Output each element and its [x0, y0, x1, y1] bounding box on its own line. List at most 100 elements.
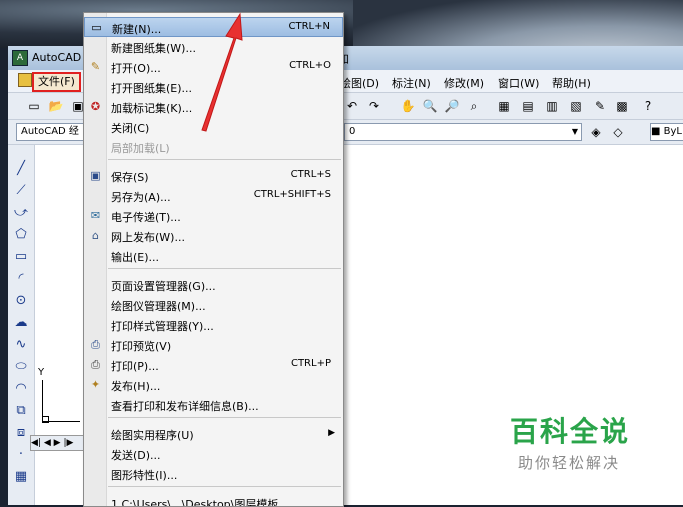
publish-icon: ✦ [90, 378, 101, 391]
menu-item-close[interactable]: 关闭(C) [84, 117, 343, 137]
menu-item-publish[interactable]: ✦ 发布(H)... [84, 375, 343, 395]
layer-state-icon[interactable]: ◈ [588, 124, 604, 140]
menu-item-drawing-utilities[interactable]: 绘图实用程序(U) ▶ [84, 424, 343, 444]
workspace-combo[interactable]: AutoCAD 经 [16, 123, 92, 141]
menu-item-export[interactable]: 输出(E)... [84, 246, 343, 266]
menu-item-send[interactable]: 发送(D)... [84, 444, 343, 464]
submenu-arrow-icon: ▶ [328, 428, 335, 438]
menu-item-shortcut: CTRL+N [288, 21, 330, 32]
revision-cloud-icon[interactable]: ☁ [13, 315, 29, 331]
point-icon[interactable]: · [13, 447, 29, 463]
zoom-realtime-icon[interactable]: 🔍 [422, 98, 438, 114]
menu-item-save[interactable]: ▣ 保存(S) CTRL+S [84, 166, 343, 186]
menu-item-publish-to-web[interactable]: ⌂ 网上发布(W)... [84, 226, 343, 246]
menu-dimension[interactable]: 标注(N) [392, 75, 431, 91]
menu-item-label: 输出(E)... [111, 251, 160, 264]
redo-icon[interactable]: ↷ [366, 98, 382, 114]
menu-item-view-plot-details[interactable]: 查看打印和发布详细信息(B)... [84, 395, 343, 415]
menu-item-plot[interactable]: ⎙ 打印(P)... CTRL+P [84, 355, 343, 375]
calculator-icon[interactable]: ▩ [614, 98, 630, 114]
first-tab-arrow-icon[interactable]: ◀| [31, 438, 41, 448]
new-icon[interactable]: ▭ [26, 98, 42, 114]
hatch-icon[interactable]: ▦ [13, 469, 29, 485]
menu-item-load-markup-set[interactable]: ✪ 加载标记集(K)... [84, 97, 343, 117]
menu-item-etransmit[interactable]: ✉ 电子传递(T)... [84, 206, 343, 226]
ellipse-arc-icon[interactable]: ◠ [13, 381, 29, 397]
menu-item-label: 电子传递(T)... [111, 211, 181, 224]
menu-item-plotter-manager[interactable]: 绘图仪管理器(M)... [84, 295, 343, 315]
open-icon[interactable]: 📂 [48, 98, 64, 114]
menu-item-label: 网上发布(W)... [111, 231, 185, 244]
menu-item-page-setup-manager[interactable]: 页面设置管理器(G)... [84, 275, 343, 295]
watermark-subtitle: 助你轻松解决 [518, 454, 621, 472]
pan-icon[interactable]: ✋ [400, 98, 416, 114]
make-block-icon[interactable]: ⧈ [13, 425, 29, 441]
menu-item-open[interactable]: ✎ 打开(O)... CTRL+O [84, 57, 343, 77]
tool-palettes-icon[interactable]: ▥ [544, 98, 560, 114]
publish-web-icon: ⌂ [92, 229, 99, 242]
insert-block-icon[interactable]: ⧉ [13, 403, 29, 419]
menu-item-label: 发布(H)... [111, 380, 161, 393]
menu-draw[interactable]: 绘图(D) [340, 75, 379, 91]
menu-item-label: 新建(N)... [112, 23, 162, 36]
menu-item-new[interactable]: ▭ 新建(N)... CTRL+N [84, 17, 343, 37]
zoom-window-icon[interactable]: 🔎 [444, 98, 460, 114]
menu-separator [108, 417, 341, 418]
construction-line-icon[interactable]: ⟋ [13, 183, 29, 199]
menu-window[interactable]: 窗口(W) [498, 75, 539, 91]
draw-toolbar: ╱ ⟋ ⤻ ⬠ ▭ ◜ ⊙ ☁ ∿ ⬭ ◠ ⧉ ⧈ · ▦ [8, 145, 35, 505]
menu-item-new-sheet-set[interactable]: 新建图纸集(W)... [84, 37, 343, 57]
menu-item-label: 绘图仪管理器(M)... [111, 300, 206, 313]
desktop-background-moon [353, 0, 683, 48]
next-tab-arrow-icon[interactable]: ▶ [54, 438, 61, 448]
menu-item-plot-style-manager[interactable]: 打印样式管理器(Y)... [84, 315, 343, 335]
menu-item-label: 打开图纸集(E)... [111, 82, 193, 95]
circle-icon[interactable]: ⊙ [13, 293, 29, 309]
menu-item-label: 打开(O)... [111, 62, 161, 75]
drawing-doc-icon [18, 73, 32, 87]
autocad-app-icon: A [12, 50, 28, 66]
menu-item-open-sheet-set[interactable]: 打开图纸集(E)... [84, 77, 343, 97]
polygon-icon[interactable]: ⬠ [13, 227, 29, 243]
watermark-title: 百科全说 [510, 415, 631, 448]
layer-previous-icon[interactable]: ◇ [610, 124, 626, 140]
menu-item-save-as[interactable]: 另存为(A)... CTRL+SHIFT+S [84, 186, 343, 206]
rectangle-icon[interactable]: ▭ [13, 249, 29, 265]
menu-item-drawing-properties[interactable]: 图形特性(I)... [84, 464, 343, 484]
menu-item-label: 发送(D)... [111, 449, 161, 462]
polyline-icon[interactable]: ⤻ [13, 205, 29, 221]
zoom-previous-icon[interactable]: ⌕ [466, 98, 482, 114]
menu-item-label: 加载标记集(K)... [111, 102, 193, 115]
arc-icon[interactable]: ◜ [13, 271, 29, 287]
menu-item-label: 图形特性(I)... [111, 469, 178, 482]
prev-tab-arrow-icon[interactable]: ◀ [44, 438, 51, 448]
markup-icon[interactable]: ✎ [592, 98, 608, 114]
save-icon: ▣ [90, 169, 101, 182]
menu-file[interactable]: 文件(F) [32, 72, 81, 92]
line-icon[interactable]: ╱ [13, 161, 29, 177]
spline-icon[interactable]: ∿ [13, 337, 29, 353]
linetype-combo[interactable]: ■ ByL [650, 123, 683, 141]
design-center-icon[interactable]: ▤ [520, 98, 536, 114]
etransmit-icon: ✉ [90, 209, 101, 222]
menu-modify[interactable]: 修改(M) [444, 75, 484, 91]
menu-separator [108, 159, 341, 160]
last-tab-arrow-icon[interactable]: |▶ [63, 438, 73, 448]
menu-item-label: 新建图纸集(W)... [111, 42, 196, 55]
layer-combo[interactable]: 0 ▼ [344, 123, 582, 141]
menu-item-label: 打印样式管理器(Y)... [111, 320, 214, 333]
open-folder-icon: ✎ [90, 60, 101, 73]
menu-item-shortcut: CTRL+P [290, 358, 331, 369]
menu-item-plot-preview[interactable]: ⎙ 打印预览(V) [84, 335, 343, 355]
sheet-set-icon[interactable]: ▧ [568, 98, 584, 114]
undo-icon[interactable]: ↶ [344, 98, 360, 114]
chevron-down-icon: ▼ [571, 127, 578, 136]
ellipse-icon[interactable]: ⬭ [13, 359, 29, 375]
menu-item-label: 1 C:\Users\...\Desktop\图层模板 [111, 498, 279, 507]
properties-icon[interactable]: ▦ [496, 98, 512, 114]
help-icon[interactable]: ? [640, 98, 656, 114]
ucs-origin-icon [42, 416, 49, 423]
menu-help[interactable]: 帮助(H) [552, 75, 591, 91]
menu-item-shortcut: CTRL+O [289, 60, 331, 71]
menu-item-label: 查看打印和发布详细信息(B)... [111, 400, 259, 413]
